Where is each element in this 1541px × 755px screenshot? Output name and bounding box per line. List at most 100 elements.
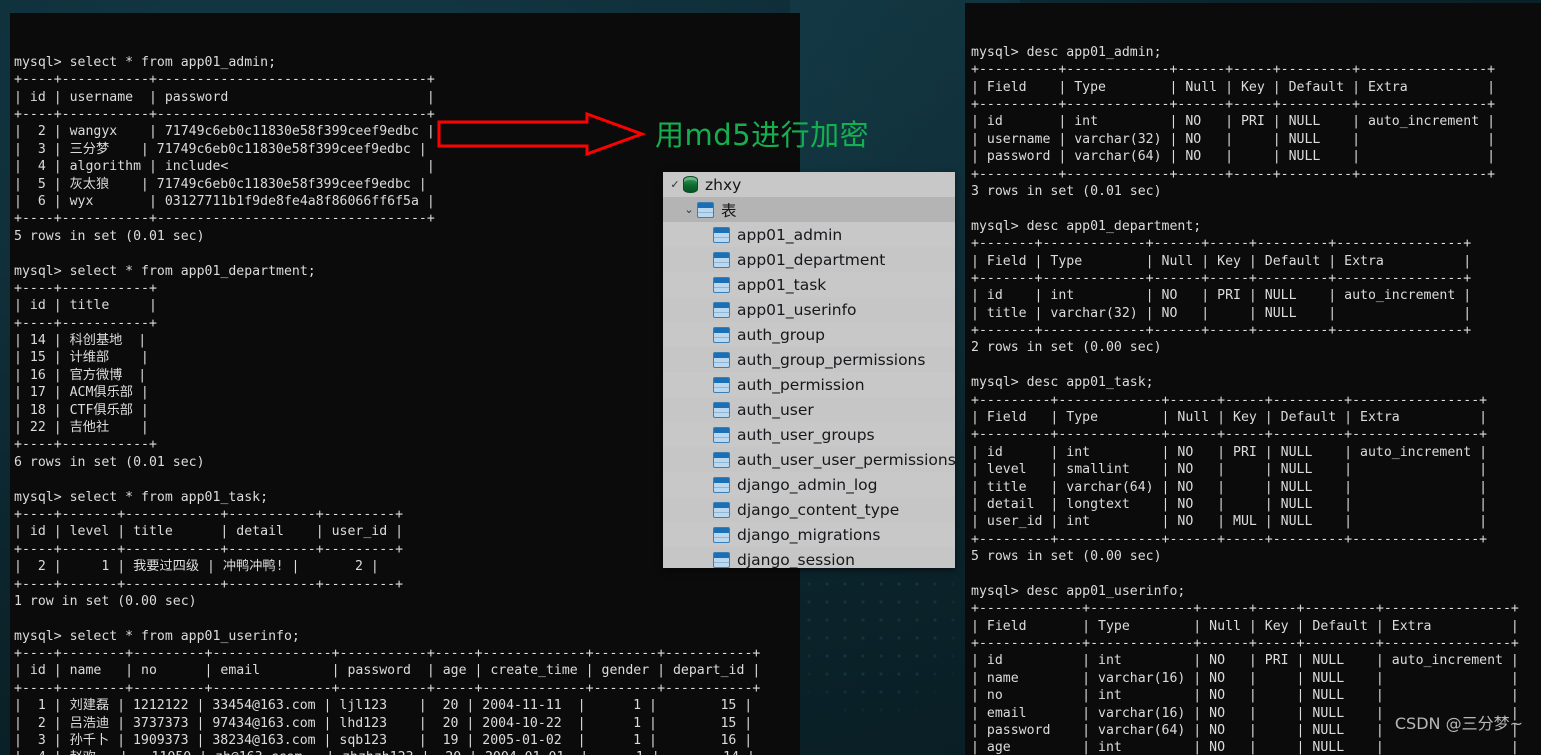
table-icon bbox=[713, 426, 730, 443]
terminal-line: | id | int | NO | PRI | NULL | auto_incr… bbox=[971, 444, 1488, 460]
table-icon bbox=[713, 251, 730, 268]
tree-node-table[interactable]: auth_user bbox=[663, 397, 955, 422]
tree-node-table[interactable]: django_admin_log bbox=[663, 472, 955, 497]
tree-node-table[interactable]: django_content_type bbox=[663, 497, 955, 522]
terminal-line: | title | varchar(32) | NO | | NULL | | bbox=[971, 305, 1472, 321]
red-right-arrow-icon bbox=[437, 112, 647, 160]
terminal-line: | 2 | 吕浩迪 | 3737373 | 97434@163.com | lh… bbox=[14, 715, 753, 731]
chevron-down-icon[interactable]: ⌄ bbox=[681, 204, 697, 215]
terminal-line: +-------------+-------------+------+----… bbox=[971, 636, 1519, 652]
terminal-line: 5 rows in set (0.00 sec) bbox=[971, 549, 1162, 565]
tree-node-table[interactable]: django_session bbox=[663, 547, 955, 568]
terminal-line: | Field | Type | Null | Key | Default | … bbox=[971, 253, 1472, 269]
terminal-line: +----+--------+---------+---------------… bbox=[14, 680, 761, 696]
table-icon bbox=[713, 501, 730, 518]
tree-node-table[interactable]: auth_group bbox=[663, 322, 955, 347]
database-tree-panel[interactable]: ✓ zhxy ⌄ 表 app01_admin app01_department ap… bbox=[663, 172, 955, 568]
terminal-line: | id | int | NO | PRI | NULL | auto_incr… bbox=[971, 288, 1472, 304]
terminal-line: | id | int | NO | PRI | NULL | auto_incr… bbox=[971, 114, 1496, 130]
terminal-line: | password | varchar(64) | NO | | NULL |… bbox=[971, 149, 1496, 165]
tree-node-label: app01_admin bbox=[737, 225, 843, 244]
tree-node-label: auth_user_groups bbox=[737, 425, 875, 444]
table-folder-icon bbox=[697, 201, 714, 218]
terminal-line: | age | int | NO | | NULL | | bbox=[971, 740, 1519, 755]
csdn-watermark: CSDN @三分梦~ bbox=[1394, 714, 1523, 733]
tree-node-label: auth_permission bbox=[737, 375, 865, 394]
table-icon bbox=[713, 351, 730, 368]
mysql-terminal-right[interactable]: mysql> desc app01_admin; +----------+----… bbox=[965, 3, 1541, 755]
terminal-line: | 1 | 刘建磊 | 1212122 | 33454@163.com | lj… bbox=[14, 698, 753, 714]
terminal-line: | title | varchar(64) | NO | | NULL | | bbox=[971, 479, 1488, 495]
tree-node-table[interactable]: app01_userinfo bbox=[663, 297, 955, 322]
tree-node-label: app01_task bbox=[737, 275, 827, 294]
tree-node-database-zhxy[interactable]: ✓ zhxy bbox=[663, 172, 955, 197]
terminal-line: | name | varchar(16) | NO | | NULL | | bbox=[971, 670, 1519, 686]
terminal-line: +---------+-------------+------+-----+--… bbox=[971, 427, 1488, 443]
tree-node-table[interactable]: auth_user_user_permissions bbox=[663, 447, 955, 472]
tree-node-label: app01_userinfo bbox=[737, 300, 857, 319]
terminal-line: +----+-----------+----------------------… bbox=[14, 72, 435, 88]
tree-node-table[interactable]: auth_user_groups bbox=[663, 422, 955, 447]
terminal-line: +----------+-------------+------+-----+-… bbox=[971, 96, 1496, 112]
terminal-line: | Field | Type | Null | Key | Default | … bbox=[971, 410, 1488, 426]
tree-node-label: auth_group bbox=[737, 325, 825, 344]
terminal-line: | 3 | 孙千卜 | 1909373 | 38234@163.com | sq… bbox=[14, 733, 753, 749]
terminal-line: mysql> desc app01_admin; bbox=[971, 44, 1162, 60]
table-icon bbox=[713, 326, 730, 343]
tree-node-table[interactable]: auth_permission bbox=[663, 372, 955, 397]
tree-node-table[interactable]: django_migrations bbox=[663, 522, 955, 547]
terminal-line: | Field | Type | Null | Key | Default | … bbox=[971, 618, 1519, 634]
table-icon bbox=[713, 276, 730, 293]
terminal-line: | user_id | int | NO | MUL | NULL | | bbox=[971, 514, 1488, 530]
tree-node-label: django_content_type bbox=[737, 500, 900, 519]
tree-node-table[interactable]: app01_admin bbox=[663, 222, 955, 247]
terminal-line: | level | smallint | NO | | NULL | | bbox=[971, 462, 1488, 478]
terminal-line: +----+-------+------------+-----------+-… bbox=[14, 576, 404, 592]
tree-node-table[interactable]: app01_department bbox=[663, 247, 955, 272]
tree-node-label: django_migrations bbox=[737, 525, 881, 544]
terminal-line: | detail | longtext | NO | | NULL | | bbox=[971, 496, 1488, 512]
table-icon bbox=[713, 526, 730, 543]
terminal-line: mysql> select * from app01_admin; bbox=[14, 54, 277, 70]
tree-table-list: app01_admin app01_department app01_taskapp… bbox=[663, 222, 955, 568]
tree-node-label: zhxy bbox=[705, 175, 742, 194]
terminal-line: +---------+-------------+------+-----+--… bbox=[971, 392, 1488, 408]
terminal-line: | Field | Type | Null | Key | Default | … bbox=[971, 79, 1496, 95]
database-icon bbox=[683, 176, 698, 193]
terminal-line: | no | int | NO | | NULL | | bbox=[971, 688, 1519, 704]
mysql-terminal-right-output: mysql> desc app01_admin; +----------+----… bbox=[971, 44, 1541, 755]
terminal-line: +-------+-------------+------+-----+----… bbox=[971, 236, 1472, 252]
terminal-line: 1 row in set (0.00 sec) bbox=[14, 593, 197, 609]
terminal-line: | username | varchar(32) | NO | | NULL |… bbox=[971, 131, 1496, 147]
tree-node-tables-group[interactable]: ⌄ 表 bbox=[663, 197, 955, 222]
tree-node-table[interactable]: auth_group_permissions bbox=[663, 347, 955, 372]
tree-node-label: app01_department bbox=[737, 250, 886, 269]
terminal-line: mysql> desc app01_task; bbox=[971, 375, 1154, 391]
chevron-down-icon[interactable]: ✓ bbox=[667, 179, 683, 190]
table-icon bbox=[713, 301, 730, 318]
tree-node-table[interactable]: app01_task bbox=[663, 272, 955, 297]
tree-node-label: auth_user_user_permissions bbox=[737, 450, 955, 469]
terminal-line: +-------+-------------+------+-----+----… bbox=[971, 270, 1472, 286]
table-icon bbox=[713, 551, 730, 568]
table-icon bbox=[713, 401, 730, 418]
tree-node-label: 表 bbox=[721, 201, 737, 220]
tree-node-label: auth_user bbox=[737, 400, 814, 419]
terminal-line: | 4 | 赵欢 | 11050 | zh@163.ccom | zhzhzh1… bbox=[14, 749, 800, 755]
terminal-line: mysql> desc app01_userinfo; bbox=[971, 583, 1186, 599]
table-icon bbox=[713, 226, 730, 243]
terminal-line: +---------+-------------+------+-----+--… bbox=[971, 531, 1488, 547]
terminal-line: mysql> select * from app01_userinfo; bbox=[14, 628, 300, 644]
terminal-line: +----------+-------------+------+-----+-… bbox=[971, 166, 1496, 182]
md5-annotation-label: 用md5进行加密 bbox=[655, 118, 870, 152]
table-icon bbox=[713, 451, 730, 468]
terminal-line: +----------+-------------+------+-----+-… bbox=[971, 62, 1496, 78]
tree-node-label: auth_group_permissions bbox=[737, 350, 926, 369]
terminal-line: | id | name | no | email | password | ag… bbox=[14, 663, 761, 679]
terminal-line: mysql> desc app01_department; bbox=[971, 218, 1202, 234]
tree-node-label: django_admin_log bbox=[737, 475, 878, 494]
